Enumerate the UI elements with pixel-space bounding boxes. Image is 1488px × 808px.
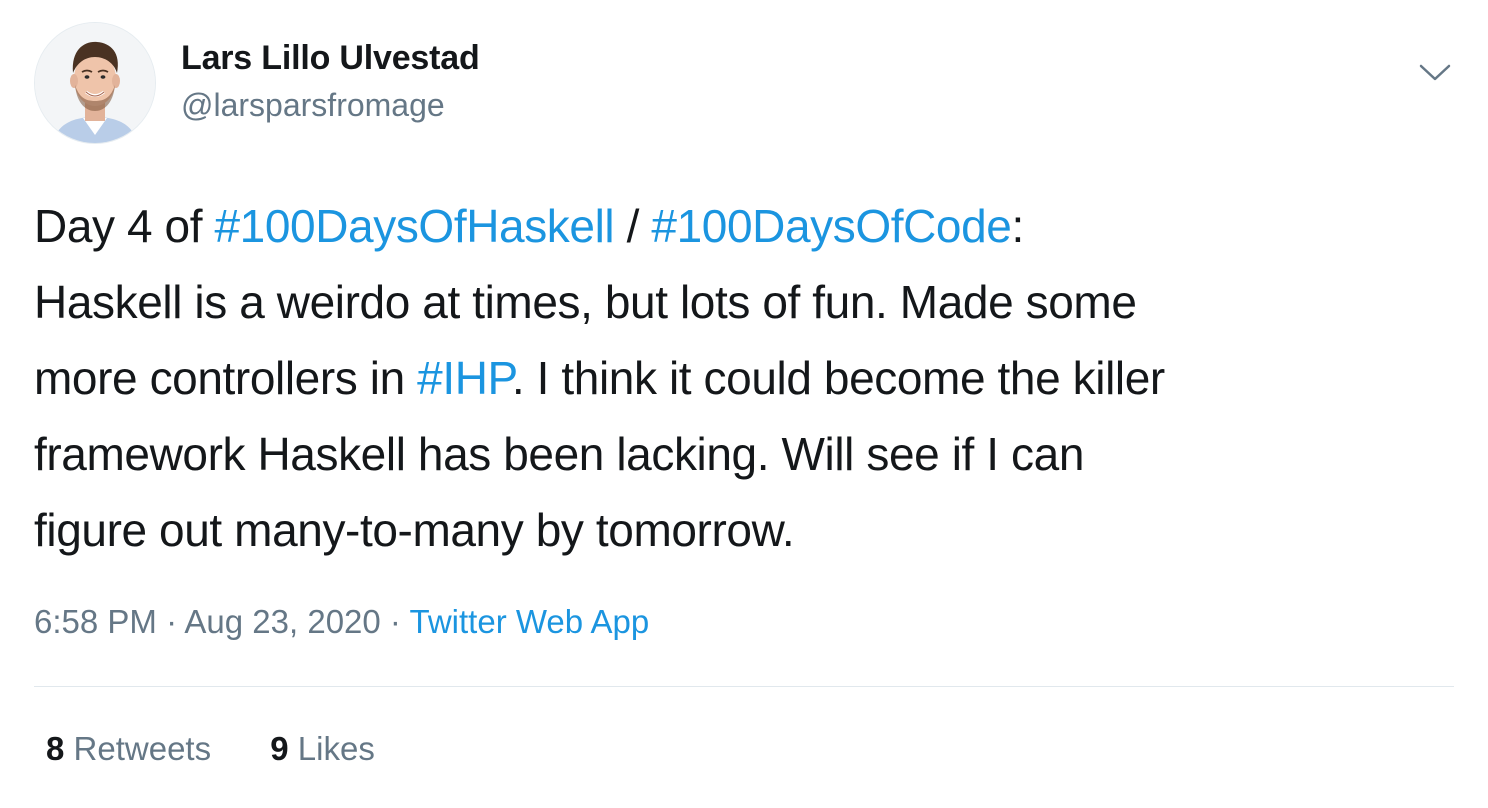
tweet-text-segment: Day 4 of <box>34 200 215 252</box>
author-display-name[interactable]: Lars Lillo Ulvestad <box>181 36 480 80</box>
retweets-stat[interactable]: 8 Retweets <box>46 727 211 771</box>
tweet-text-line: Haskell is a weirdo at times, but lots o… <box>34 264 1454 340</box>
tweet-text-line: more controllers in #IHP. I think it cou… <box>34 340 1454 416</box>
tweet-text-segment: / <box>614 200 652 252</box>
hashtag-link[interactable]: #100DaysOfCode <box>651 200 1011 252</box>
tweet-text: Day 4 of #100DaysOfHaskell / #100DaysOfC… <box>34 188 1454 568</box>
tweet-text-line: figure out many-to-many by tomorrow. <box>34 492 1454 568</box>
tweet-text-line: framework Haskell has been lacking. Will… <box>34 416 1454 492</box>
likes-label: Likes <box>297 730 375 767</box>
author-handle[interactable]: @larsparsfromage <box>181 84 445 126</box>
tweet-meta: 6:58 PM · Aug 23, 2020 · Twitter Web App <box>34 600 649 644</box>
tweet-text-segment: framework Haskell has been lacking. Will… <box>34 428 1085 480</box>
tweet-time[interactable]: 6:58 PM <box>34 603 157 640</box>
avatar-photo <box>35 23 155 143</box>
tweet-stats: 8 Retweets 9 Likes <box>46 727 375 771</box>
chevron-down-icon[interactable] <box>1418 62 1452 84</box>
tweet-text-segment: . I think it could become the killer <box>511 352 1165 404</box>
meta-separator: · <box>380 603 410 640</box>
tweet-text-segment: more controllers in <box>34 352 418 404</box>
hashtag-link[interactable]: #IHP <box>417 352 512 404</box>
likes-stat[interactable]: 9 Likes <box>270 727 375 771</box>
tweet-text-segment: figure out many-to-many by tomorrow. <box>34 504 795 556</box>
meta-separator: · <box>156 603 185 640</box>
tweet-date[interactable]: Aug 23, 2020 <box>184 603 380 640</box>
tweet-text-line: Day 4 of #100DaysOfHaskell / #100DaysOfC… <box>34 188 1454 264</box>
avatar[interactable] <box>34 22 156 144</box>
tweet-text-segment: : <box>1011 200 1024 252</box>
tweet-text-segment: Haskell is a weirdo at times, but lots o… <box>34 276 1137 328</box>
tweet-source-link[interactable]: Twitter Web App <box>410 603 650 640</box>
hashtag-link[interactable]: #100DaysOfHaskell <box>215 200 615 252</box>
retweets-count: 8 <box>46 730 65 767</box>
likes-count: 9 <box>270 730 289 767</box>
divider <box>34 686 1454 687</box>
retweets-label: Retweets <box>73 730 212 767</box>
